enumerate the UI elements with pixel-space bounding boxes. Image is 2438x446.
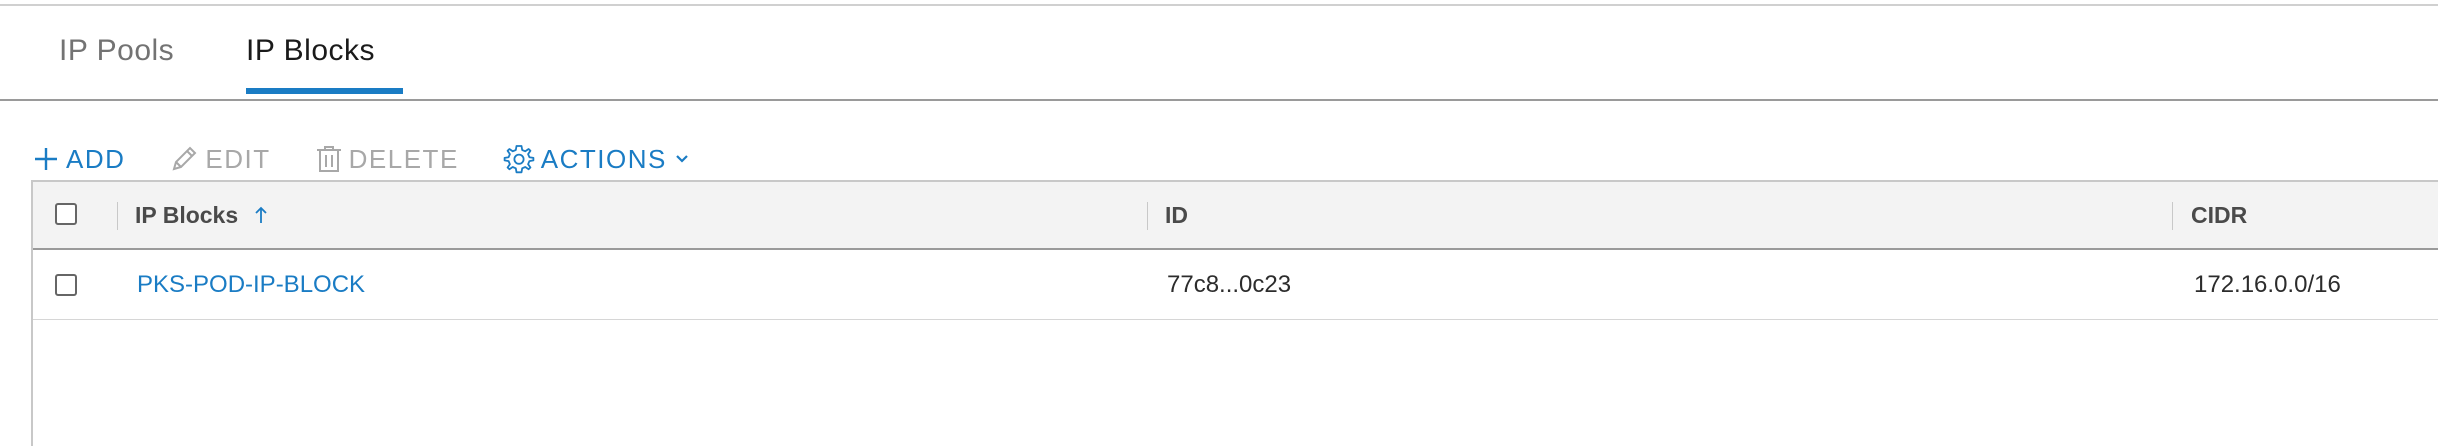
ip-block-id: 77c8...0c23 [1167, 271, 1292, 298]
tab-ip-pools[interactable]: IP Pools [59, 34, 174, 101]
pencil-icon [169, 144, 199, 174]
add-button-label: ADD [66, 143, 126, 174]
grid-header: IP Blocks ID CIDR [33, 182, 2438, 250]
row-select-checkbox[interactable] [55, 274, 77, 296]
delete-button[interactable]: DELETE [315, 144, 459, 175]
column-header-id[interactable]: ID [1165, 182, 1188, 248]
tab-bar: IP Pools IP Blocks [0, 6, 2438, 101]
plus-icon [32, 145, 60, 173]
page: IP Pools IP Blocks ADD EDIT DELETE ACTIO… [0, 0, 2438, 446]
ip-block-cidr: 172.16.0.0/16 [2194, 271, 2341, 298]
column-header-label: IP Blocks [135, 201, 239, 228]
edit-button-label: EDIT [205, 143, 271, 174]
column-header-ip-blocks[interactable]: IP Blocks [135, 182, 268, 248]
column-separator [1147, 202, 1148, 230]
chevron-down-icon [675, 154, 689, 164]
column-header-label: CIDR [2191, 201, 2248, 228]
edit-button[interactable]: EDIT [169, 144, 270, 175]
table-row[interactable]: PKS-POD-IP-BLOCK 77c8...0c23 172.16.0.0/… [33, 250, 2438, 320]
ip-blocks-grid: IP Blocks ID CIDR PKS-POD-IP-BLOCK 77c8.… [31, 180, 2438, 446]
delete-button-label: DELETE [348, 143, 459, 174]
column-header-label: ID [1165, 201, 1188, 228]
column-header-cidr[interactable]: CIDR [2191, 182, 2247, 248]
add-button[interactable]: ADD [32, 144, 125, 175]
arrow-up-icon[interactable] [254, 205, 268, 225]
select-all-checkbox[interactable] [55, 203, 77, 225]
ip-block-name-link[interactable]: PKS-POD-IP-BLOCK [137, 250, 365, 320]
gear-icon [503, 143, 535, 175]
actions-button[interactable]: ACTIONS [503, 143, 689, 175]
column-separator [2172, 202, 2173, 230]
toolbar: ADD EDIT DELETE ACTIONS [32, 137, 733, 181]
active-tab-indicator [246, 88, 403, 94]
column-separator [117, 202, 118, 230]
trash-icon [315, 144, 343, 174]
actions-button-label: ACTIONS [540, 143, 667, 174]
